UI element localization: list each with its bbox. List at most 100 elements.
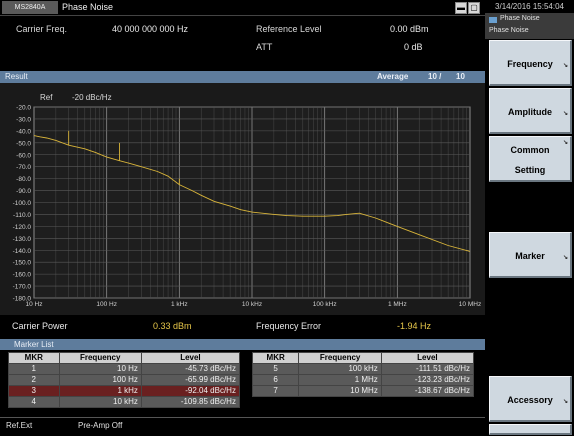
- average-total: 10: [456, 72, 465, 81]
- softkey-label: Amplitude: [508, 107, 552, 117]
- carrier-freq-value[interactable]: 40 000 000 000 Hz: [112, 24, 188, 34]
- reference-level-value[interactable]: 0.00 dBm: [390, 24, 429, 34]
- marker-table-header: MKR Frequency Level MKR Frequency Level: [8, 352, 475, 364]
- marker-frequency: 10 kHz: [58, 396, 142, 408]
- common-setting-softkey[interactable]: ↘ Common Setting: [489, 136, 572, 182]
- softkey-label: Common: [510, 145, 550, 155]
- y-tick-label: -60.0: [16, 152, 31, 159]
- carrier-power-value: 0.33 dBm: [153, 321, 192, 331]
- marker-frequency: 10 MHz: [298, 385, 382, 397]
- frequency-error-value: -1.94 Hz: [397, 321, 432, 331]
- measurement-info: Carrier Freq. 40 000 000 000 Hz Referenc…: [0, 16, 485, 70]
- marker-row-selected[interactable]: 3 1 kHz -92.04 dBc/Hz 7 10 MHz -138.67 d…: [8, 385, 475, 397]
- mkr-header: MKR: [8, 352, 60, 364]
- empty-softkey: [489, 184, 572, 230]
- marker-row[interactable]: 1 10 Hz -45.73 dBc/Hz 5 100 kHz -111.51 …: [8, 363, 475, 375]
- marker-list-title: Marker List: [14, 340, 54, 349]
- x-tick-label: 10 MHz: [459, 301, 481, 308]
- app-icon: [489, 17, 497, 23]
- marker-level: -45.73 dBc/Hz: [140, 363, 240, 375]
- marker-frequency: 1 kHz: [58, 385, 142, 397]
- marker-frequency: 10 Hz: [58, 363, 142, 375]
- softkey-label: Marker: [515, 251, 545, 261]
- submenu-icon: ↘: [562, 255, 568, 261]
- summary: Carrier Power 0.33 dBm Frequency Error -…: [0, 315, 485, 339]
- marker-level: -109.85 dBc/Hz: [140, 396, 240, 408]
- marker-frequency: 1 MHz: [298, 374, 382, 386]
- window-title: Phase Noise: [62, 2, 114, 12]
- marker-row[interactable]: 4 10 kHz -109.85 dBc/Hz: [8, 396, 474, 408]
- graph-area: Ref -20 dBc/Hz -20.0 -30.0 -40.0 -50.0 -60.0…: [0, 83, 485, 315]
- y-tick-label: -20.0: [16, 105, 31, 112]
- y-tick-label: -120.0: [13, 224, 32, 231]
- app-chip: MS2840A: [2, 1, 58, 14]
- marker-number: 7: [251, 385, 300, 397]
- y-tick-label: -90.0: [16, 188, 31, 195]
- softkey-panel: 3/14/2016 15:54:04 Phase Noise Phase Noi…: [485, 0, 574, 435]
- y-tick-label: -50.0: [16, 140, 31, 147]
- empty-softkey: [489, 328, 572, 374]
- ref-ext-status: Ref.Ext: [6, 421, 33, 430]
- frequency-error-label: Frequency Error: [256, 321, 322, 331]
- marker-softkey[interactable]: ↘ Marker: [489, 232, 572, 278]
- marker-number: 3: [8, 385, 60, 397]
- marker-number: 5: [251, 363, 300, 375]
- marker-level: -92.04 dBc/Hz: [140, 385, 240, 397]
- marker-number: 1: [8, 363, 60, 375]
- carrier-freq-label: Carrier Freq.: [16, 24, 68, 34]
- carrier-power-label: Carrier Power: [12, 321, 68, 331]
- submenu-icon: ↘: [562, 399, 568, 405]
- submenu-icon: ↘: [562, 63, 568, 69]
- marker-level: -123.23 dBc/Hz: [380, 374, 475, 386]
- maximize-button[interactable]: ▢: [468, 2, 480, 14]
- x-tick-label: 1 MHz: [388, 301, 407, 308]
- average-label: Average: [377, 72, 409, 81]
- marker-level: -65.99 dBc/Hz: [140, 374, 240, 386]
- y-tick-label: -70.0: [16, 164, 31, 171]
- level-header: Level: [140, 352, 240, 364]
- softkey-bottom: [489, 424, 572, 435]
- marker-number: 2: [8, 374, 60, 386]
- y-tick-label: -80.0: [16, 176, 31, 183]
- app-name: Phase Noise: [500, 15, 540, 22]
- softkey-header: Phase Noise Phase Noise: [485, 13, 574, 39]
- accessory-softkey[interactable]: ↘ Accessory: [489, 376, 572, 422]
- frequency-header: Frequency: [298, 352, 382, 364]
- minimize-button[interactable]: ▬: [455, 2, 467, 14]
- empty-softkey: [489, 280, 572, 326]
- x-tick-label: 10 Hz: [26, 301, 43, 308]
- x-tick-label: 10 kHz: [242, 301, 262, 308]
- softkey-label: Accessory: [507, 395, 553, 405]
- result-bar: Result Average 10 / 10: [0, 71, 485, 83]
- softkey-label: Frequency: [507, 59, 553, 69]
- att-value[interactable]: 0 dB: [404, 42, 423, 52]
- submenu-icon: ↘: [562, 140, 568, 146]
- marker-row[interactable]: 2 100 Hz -65.99 dBc/Hz 6 1 MHz -123.23 d…: [8, 374, 475, 386]
- marker-number: 4: [8, 396, 60, 408]
- status-bar: Ref.Ext Pre-Amp Off: [0, 417, 485, 436]
- y-tick-label: -130.0: [13, 236, 32, 243]
- submenu-icon: ↘: [562, 111, 568, 117]
- frequency-softkey[interactable]: ↘ Frequency: [489, 40, 572, 86]
- y-tick-label: -100.0: [13, 200, 32, 207]
- x-tick-label: 100 kHz: [313, 301, 337, 308]
- reference-level-label: Reference Level: [256, 24, 322, 34]
- phase-noise-chart[interactable]: -20.0 -30.0 -40.0 -50.0 -60.0 -70.0 -80.0 -90.0…: [0, 83, 485, 315]
- pre-amp-status: Pre-Amp Off: [78, 421, 123, 430]
- y-tick-label: -30.0: [16, 116, 31, 123]
- y-tick-label: -170.0: [13, 284, 32, 291]
- marker-table: MKR Frequency Level MKR Frequency Level …: [8, 352, 475, 408]
- datetime: 3/14/2016 15:54:04: [485, 0, 574, 13]
- y-tick-label: -140.0: [13, 248, 32, 255]
- marker-level: -111.51 dBc/Hz: [380, 363, 475, 375]
- title-bar: MS2840A Phase Noise ▬ ▢: [0, 0, 485, 16]
- frequency-header: Frequency: [58, 352, 142, 364]
- y-tick-label: -40.0: [16, 128, 31, 135]
- marker-list-bar: Marker List: [0, 339, 485, 350]
- y-tick-label: -150.0: [13, 260, 32, 267]
- average-count: 10 /: [428, 72, 442, 81]
- marker-number: 6: [251, 374, 300, 386]
- amplitude-softkey[interactable]: ↘ Amplitude: [489, 88, 572, 134]
- att-label: ATT: [256, 42, 273, 52]
- marker-frequency: 100 Hz: [58, 374, 142, 386]
